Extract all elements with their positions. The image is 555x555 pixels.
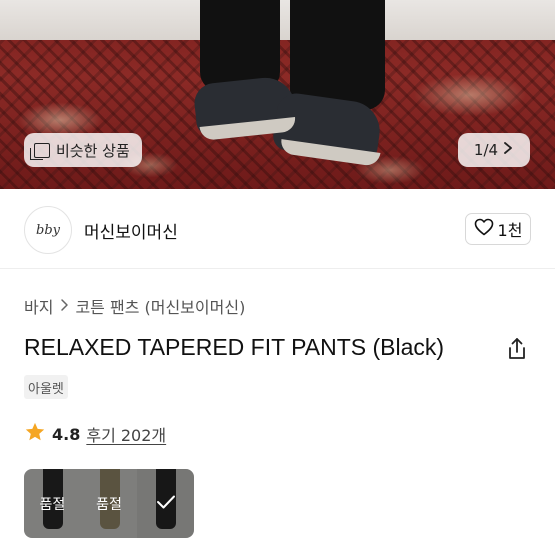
- pager-text: 1/4: [473, 141, 499, 159]
- breadcrumb-category[interactable]: 바지: [24, 294, 53, 318]
- seller-avatar[interactable]: bby: [24, 206, 72, 254]
- image-pager[interactable]: 1/4: [458, 133, 530, 167]
- divider: [0, 268, 555, 269]
- chevron-right-icon: [59, 297, 69, 316]
- sold-out-overlay: 품절: [24, 469, 81, 538]
- selected-overlay: [137, 469, 194, 538]
- color-option-thumbnail-selected[interactable]: [137, 469, 194, 538]
- sold-out-label: 품절: [39, 496, 66, 513]
- rating-score: 4.8: [52, 424, 81, 444]
- seller-name[interactable]: 머신보이머신: [84, 218, 178, 243]
- checkmark-icon: [156, 494, 176, 514]
- product-title: RELAXED TAPERED FIT PANTS (Black): [24, 334, 445, 360]
- avatar-logo-text: bby: [36, 222, 60, 238]
- star-icon: [24, 421, 46, 447]
- share-icon[interactable]: [504, 336, 530, 362]
- similar-items-button[interactable]: 비슷한 상품: [24, 133, 142, 167]
- like-button[interactable]: 1천: [465, 213, 531, 245]
- seller-info[interactable]: bby 머신보이머신: [24, 206, 178, 254]
- sold-out-label: 품절: [96, 496, 122, 513]
- outlet-tag: 아울렛: [24, 375, 68, 399]
- color-option-thumbnail[interactable]: 품절: [80, 469, 138, 538]
- breadcrumb-subcategory[interactable]: 코튼 팬츠 (머신보이머신): [75, 294, 245, 318]
- reviews-link[interactable]: 후기 202개: [86, 422, 166, 446]
- heart-icon: [474, 218, 494, 240]
- product-image[interactable]: 비슷한 상품 1/4: [0, 0, 555, 189]
- color-option-thumbnail[interactable]: 품절: [24, 469, 81, 538]
- sold-out-overlay: 품절: [80, 469, 138, 538]
- breadcrumb[interactable]: 바지 코튼 팬츠 (머신보이머신): [24, 294, 245, 318]
- rating-summary[interactable]: 4.8 후기 202개: [24, 421, 166, 447]
- color-options: 품절 품절: [24, 469, 194, 538]
- like-count: 1천: [497, 221, 523, 240]
- chevron-right-icon: [502, 141, 514, 159]
- copy-icon: [30, 142, 50, 160]
- similar-items-label: 비슷한 상품: [56, 141, 130, 160]
